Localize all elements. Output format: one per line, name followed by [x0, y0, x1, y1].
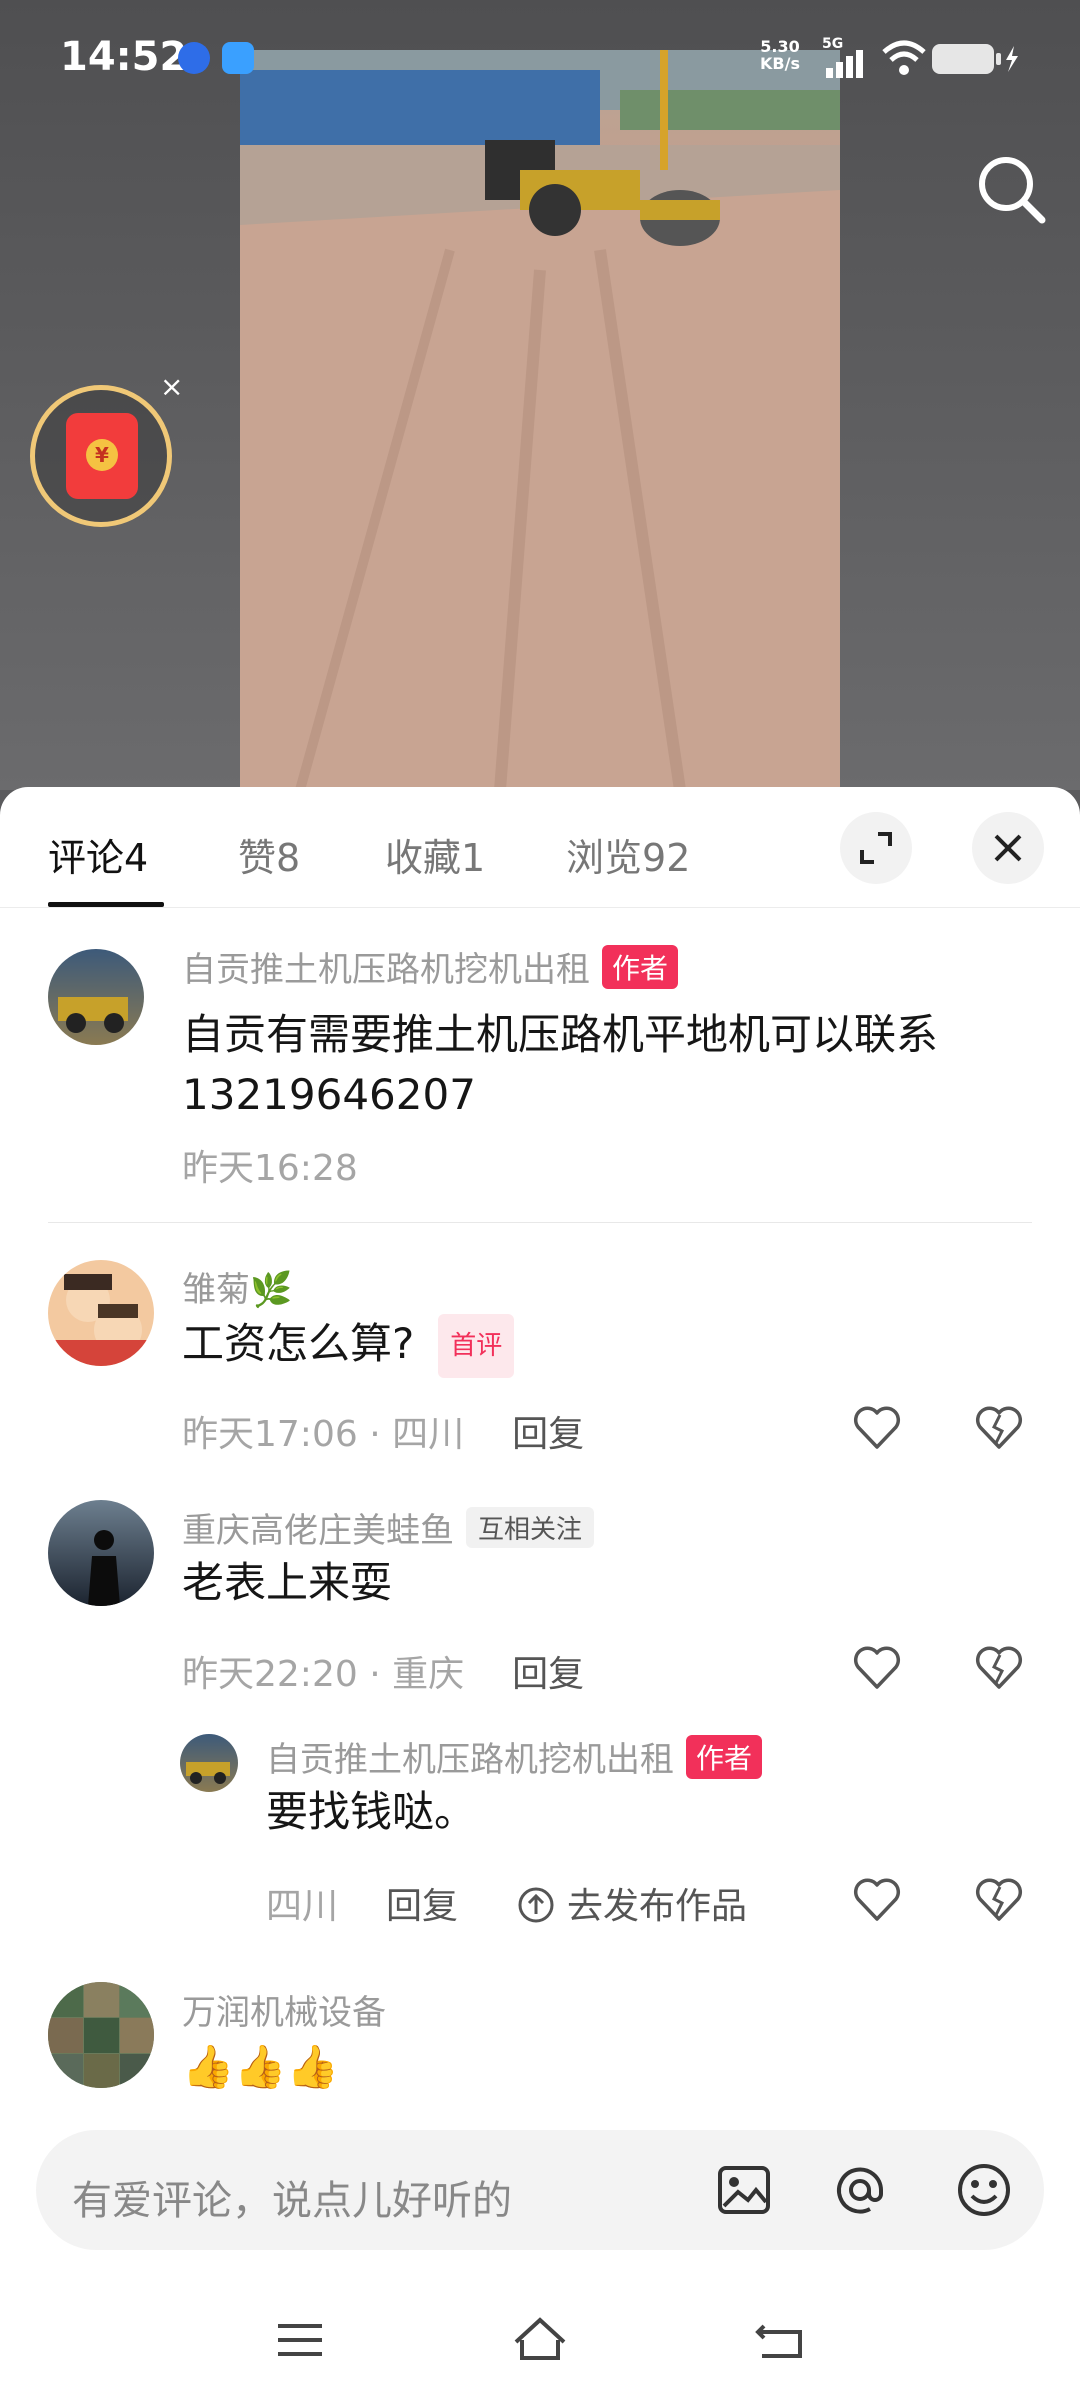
- mutual-follow-badge: 互相关注: [466, 1507, 595, 1548]
- comment-text[interactable]: 👍👍👍: [182, 2037, 339, 2097]
- tab-comments[interactable]: 评论4: [48, 827, 148, 882]
- close-button[interactable]: [972, 812, 1044, 884]
- active-tab-indicator: [48, 902, 164, 907]
- avatar[interactable]: [48, 1982, 154, 2088]
- dislike-broken-heart-icon[interactable]: [974, 1875, 1024, 1925]
- comment-time: 昨天16:28: [182, 1148, 358, 1189]
- reply-button[interactable]: 回复: [386, 1886, 458, 1927]
- video-frame[interactable]: [240, 50, 840, 790]
- status-bar: 14:52 5.30 KB/s 5G: [0, 0, 1080, 110]
- comment-text[interactable]: 工资怎么算? 首评: [182, 1314, 515, 1378]
- avatar[interactable]: [48, 949, 144, 1045]
- close-icon: [994, 834, 1022, 862]
- home-icon[interactable]: [510, 2310, 570, 2370]
- comment-username[interactable]: 自贡推土机压路机挖机出租 作者: [182, 942, 679, 991]
- avatar[interactable]: [48, 1260, 154, 1366]
- author-badge: 作者: [686, 1735, 763, 1779]
- menu-icon[interactable]: [270, 2310, 330, 2370]
- divider: [48, 1222, 1032, 1223]
- network-speed: 5.30 KB/s: [760, 37, 800, 73]
- signal-bars-icon: [826, 50, 863, 78]
- mention-icon[interactable]: [830, 2160, 890, 2220]
- comment-text[interactable]: 要找钱哒。: [266, 1782, 476, 1842]
- comment-username[interactable]: 自贡推土机压路机挖机出租 作者: [266, 1732, 763, 1781]
- back-icon[interactable]: [750, 2310, 810, 2370]
- app-notify-icon: [222, 42, 254, 74]
- comment-input-placeholder: 有爱评论，说点儿好听的: [72, 2178, 512, 2224]
- comment-meta: 四川 回复 去发布作品: [266, 1886, 747, 1927]
- like-heart-icon[interactable]: [852, 1643, 902, 1693]
- comment-text[interactable]: 自贡有需要推土机压路机平地机可以联系13219646207: [182, 1005, 1022, 1125]
- red-envelope-widget[interactable]: ¥: [30, 385, 172, 527]
- author-badge: 作者: [602, 945, 679, 989]
- upload-circle-icon: [518, 1887, 554, 1923]
- first-comment-badge: 首评: [438, 1314, 515, 1378]
- publish-work-link[interactable]: 去发布作品: [517, 1886, 747, 1927]
- battery-icon: [932, 44, 1018, 74]
- comment-meta: 昨天17:06 · 四川 回复: [182, 1414, 585, 1455]
- expand-button[interactable]: [840, 812, 912, 884]
- red-envelope-close-icon[interactable]: ×: [160, 370, 183, 403]
- comment-meta: 昨天22:20 · 重庆 回复: [182, 1654, 585, 1695]
- system-navigation-bar: [0, 2280, 1080, 2400]
- avatar[interactable]: [48, 1500, 154, 1606]
- image-icon[interactable]: [714, 2160, 774, 2220]
- comment-username[interactable]: 雏菊🌿: [182, 1262, 292, 1311]
- comment-input[interactable]: 有爱评论，说点儿好听的: [36, 2130, 1044, 2250]
- wifi-icon: [882, 40, 926, 75]
- reply-button[interactable]: 回复: [512, 1654, 584, 1695]
- comment-username[interactable]: 重庆高佬庄美蛙鱼 互相关注: [182, 1503, 595, 1552]
- reply-button[interactable]: 回复: [512, 1414, 584, 1455]
- expand-icon: [860, 832, 892, 864]
- search-icon[interactable]: [972, 150, 1052, 230]
- tab-likes[interactable]: 赞8: [238, 827, 300, 882]
- comment-text[interactable]: 老表上来耍: [182, 1553, 392, 1613]
- tab-bar: 评论4 赞8 收藏1 浏览92: [0, 787, 1080, 908]
- comment-username[interactable]: 万润机械设备: [182, 1985, 386, 2034]
- clock: 14:52: [60, 34, 188, 80]
- dislike-broken-heart-icon[interactable]: [974, 1643, 1024, 1693]
- tab-views[interactable]: 浏览92: [566, 827, 690, 882]
- red-envelope-icon: ¥: [66, 413, 138, 499]
- app-k-icon: [178, 42, 210, 74]
- tab-favorites[interactable]: 收藏1: [385, 827, 485, 882]
- dislike-broken-heart-icon[interactable]: [974, 1403, 1024, 1453]
- emoji-icon[interactable]: [954, 2160, 1014, 2220]
- like-heart-icon[interactable]: [852, 1403, 902, 1453]
- like-heart-icon[interactable]: [852, 1875, 902, 1925]
- avatar[interactable]: [180, 1734, 238, 1792]
